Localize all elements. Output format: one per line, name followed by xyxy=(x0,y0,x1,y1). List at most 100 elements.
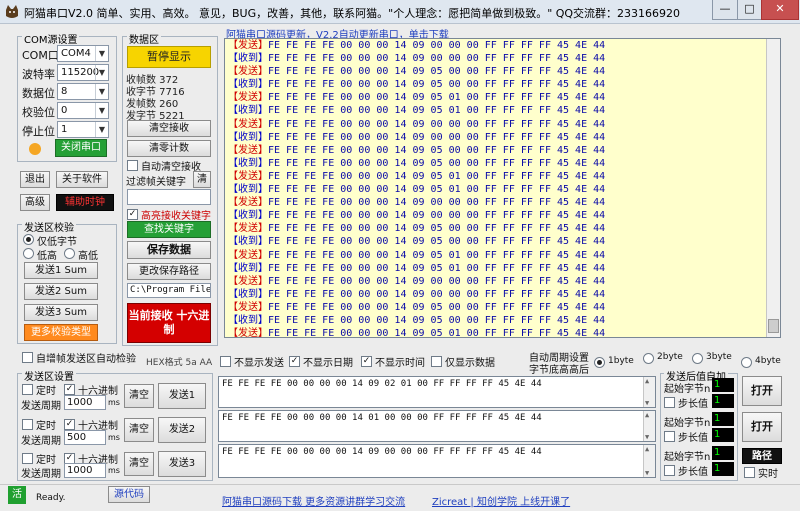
log-line: 【发送】FE FE FE FE 00 00 00 14 09 05 00 00 … xyxy=(225,301,780,314)
find-keyword-button[interactable]: 查找关键字 xyxy=(127,221,211,238)
close-port-button[interactable]: 关闭串口 xyxy=(55,139,107,157)
hide-date-checkbox[interactable]: ✓ xyxy=(289,356,300,367)
clear-recv-button[interactable]: 清空接收 xyxy=(127,120,211,137)
byte4-radio[interactable] xyxy=(741,357,752,368)
log-tag: 【收到】 xyxy=(228,53,268,65)
hide-send-checkbox[interactable] xyxy=(220,356,231,367)
highlight-checkbox[interactable]: ✓ xyxy=(127,209,138,220)
minimize-button[interactable]: — xyxy=(712,0,738,20)
send-area-label: 发送区设置 xyxy=(22,368,76,383)
send2-sum-button[interactable]: 发送2 Sum xyxy=(24,283,98,300)
low-byte-radio[interactable] xyxy=(23,234,34,245)
filter-input[interactable] xyxy=(127,189,211,205)
send1-button[interactable]: 发送1 xyxy=(158,383,206,409)
path-button[interactable]: 路径 xyxy=(742,448,782,464)
receive-scrollbar[interactable] xyxy=(766,39,780,337)
save-path-field[interactable]: C:\Program Files xyxy=(127,283,211,298)
send3-button[interactable]: 发送3 xyxy=(158,451,206,477)
log-line: 【发送】FE FE FE FE 00 00 00 14 09 05 00 00 … xyxy=(225,144,780,157)
send2-content[interactable]: FE FE FE FE 00 00 00 00 14 01 00 00 00 F… xyxy=(218,410,656,442)
stop-bits-select[interactable]: 1 ▼ xyxy=(57,121,109,138)
send1-content[interactable]: FE FE FE FE 00 00 00 00 14 09 02 01 00 F… xyxy=(218,376,656,408)
zicreat-link[interactable]: Zicreat | 知创学院 上线开课了 xyxy=(432,493,570,508)
high-low-radio[interactable] xyxy=(64,248,75,259)
send2-button[interactable]: 发送2 xyxy=(158,417,206,443)
step2-value[interactable]: 1 xyxy=(712,428,734,442)
clear2-button[interactable]: 清空 xyxy=(124,418,154,442)
scroll-thumb[interactable] xyxy=(768,319,779,333)
realtime-checkbox[interactable] xyxy=(744,467,755,478)
step1-value[interactable]: 1 xyxy=(712,394,734,408)
baud-label: 波特率 xyxy=(22,68,55,81)
port-select[interactable]: COM4 ▼ xyxy=(57,45,109,62)
stop-bits-value: 1 xyxy=(61,124,68,135)
timer2-checkbox[interactable] xyxy=(22,419,33,430)
maximize-button[interactable]: □ xyxy=(737,0,762,20)
data-bits-value: 8 xyxy=(61,86,68,97)
data-bits-select[interactable]: 8 ▼ xyxy=(57,83,109,100)
step1-checkbox[interactable] xyxy=(664,397,675,408)
byte1-radio[interactable] xyxy=(594,357,605,368)
log-tag: 【收到】 xyxy=(228,79,268,91)
chevron-down-icon: ▼ xyxy=(95,84,108,99)
hex2-checkbox[interactable]: ✓ xyxy=(64,419,75,430)
send1-sum-button[interactable]: 发送1 Sum xyxy=(24,262,98,279)
log-line: 【收到】FE FE FE FE 00 00 00 14 09 05 01 00 … xyxy=(225,183,780,196)
clear1-button[interactable]: 清空 xyxy=(124,384,154,408)
period2-input[interactable]: 500 xyxy=(64,430,106,445)
advanced-button[interactable]: 高级 xyxy=(20,194,50,211)
send3-content[interactable]: FE FE FE FE 00 00 00 00 14 09 00 00 00 F… xyxy=(218,444,656,478)
source-code-button[interactable]: 源代码 xyxy=(108,486,150,503)
open2-button[interactable]: 打开 xyxy=(742,412,782,442)
step2-checkbox[interactable] xyxy=(664,431,675,442)
period1-input[interactable]: 1000 xyxy=(64,395,106,410)
start-byte2-value[interactable]: 1 xyxy=(712,412,734,426)
start-byte2-label: 起始字节n xyxy=(664,418,711,429)
clear-count-button[interactable]: 清零计数 xyxy=(127,140,211,157)
auto-add-checkbox[interactable] xyxy=(22,352,33,363)
byte3-radio[interactable] xyxy=(692,353,703,364)
baud-select[interactable]: 115200 ▼ xyxy=(57,64,109,81)
receive-area[interactable]: 【发送】 FE FE FE FE 00 00 00 14 09 00 00 00 … xyxy=(224,38,781,338)
about-button[interactable]: 关于软件 xyxy=(56,171,108,188)
auto-clear-checkbox[interactable] xyxy=(127,160,138,171)
only-data-checkbox[interactable] xyxy=(431,356,442,367)
source-download-link[interactable]: 阿猫串口源码下载 更多资源讲群学习交流 xyxy=(222,493,405,508)
hex1-checkbox[interactable]: ✓ xyxy=(64,384,75,395)
step3-value[interactable]: 1 xyxy=(712,462,734,476)
more-checksum-button[interactable]: 更多校验类型 xyxy=(24,324,98,341)
clear3-button[interactable]: 清空 xyxy=(124,452,154,476)
period3-input[interactable]: 1000 xyxy=(64,463,106,478)
timer3-checkbox[interactable] xyxy=(22,453,33,464)
recv-mode-button[interactable]: 当前接收 十六进制 xyxy=(127,303,211,343)
filter-clear-button[interactable]: 清 xyxy=(193,171,211,188)
change-path-button[interactable]: 更改保存路径 xyxy=(127,263,211,280)
send3-sum-button[interactable]: 发送3 Sum xyxy=(24,304,98,321)
parity-select[interactable]: 0 ▼ xyxy=(57,102,109,119)
log-tag: 【发送】 xyxy=(228,92,268,104)
log-line: 【发送】FE FE FE FE 00 00 00 14 09 05 01 00 … xyxy=(225,170,780,183)
send1-scrollbar[interactable] xyxy=(643,377,655,407)
send2-scrollbar[interactable] xyxy=(643,411,655,441)
aux-clock-button[interactable]: 辅助时钟 xyxy=(56,194,114,211)
data-bits-label: 数据位 xyxy=(22,87,55,100)
log-hex: FE FE FE FE 00 00 00 14 09 00 00 00 FF F… xyxy=(268,53,606,65)
timer1-checkbox[interactable] xyxy=(22,384,33,395)
log-hex: FE FE FE FE 00 00 00 14 09 05 00 00 FF F… xyxy=(268,79,606,91)
close-button[interactable]: ✕ xyxy=(761,0,799,20)
step3-checkbox[interactable] xyxy=(664,465,675,476)
save-data-button[interactable]: 保存数据 xyxy=(127,241,211,259)
start-byte3-value[interactable]: 1 xyxy=(712,446,734,460)
window-title: 阿猫串口V2.0 简单、实用、高效。 意见，BUG，改善，其他，联系阿猫。"个人… xyxy=(24,7,681,20)
byte2-radio[interactable] xyxy=(643,353,654,364)
pause-display-button[interactable]: 暂停显示 xyxy=(127,46,211,68)
start-byte1-value[interactable]: 1 xyxy=(712,378,734,392)
hide-time-checkbox[interactable]: ✓ xyxy=(361,356,372,367)
exit-button[interactable]: 退出 xyxy=(20,171,50,188)
low-high-radio[interactable] xyxy=(23,248,34,259)
send3-scrollbar[interactable] xyxy=(643,445,655,477)
open1-button[interactable]: 打开 xyxy=(742,376,782,406)
timer2-label: 定时 xyxy=(36,421,56,432)
log-hex: FE FE FE FE 00 00 00 14 09 05 00 00 FF F… xyxy=(268,301,606,313)
log-line: 【收到】FE FE FE FE 00 00 00 14 09 05 00 00 … xyxy=(225,235,780,248)
